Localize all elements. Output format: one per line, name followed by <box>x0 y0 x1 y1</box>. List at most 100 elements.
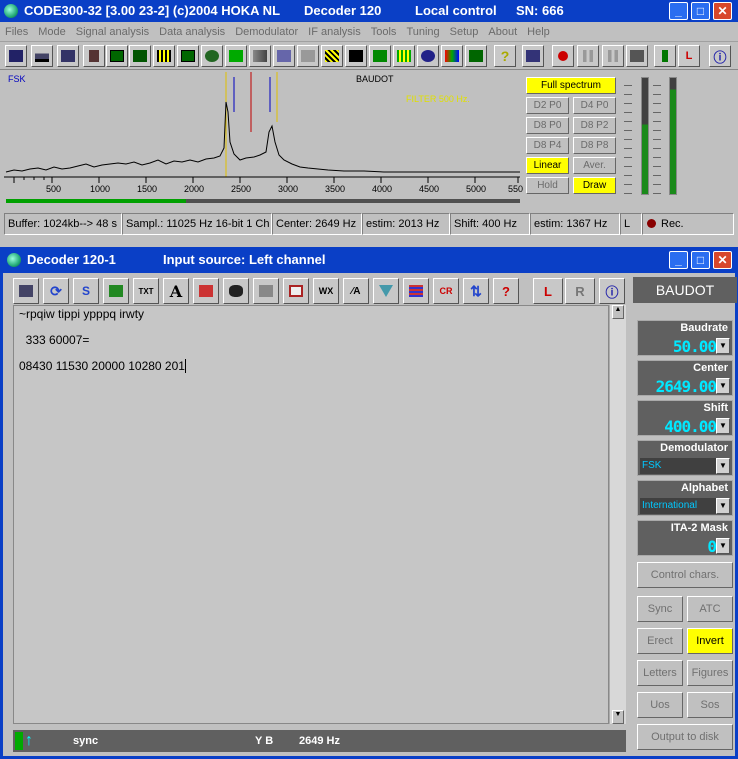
output-to-disk-button[interactable]: Output to disk <box>637 724 733 750</box>
tuner-icon[interactable] <box>83 45 105 67</box>
shift-dropdown-icon[interactable]: ▼ <box>716 418 730 434</box>
signal-meter-icon[interactable] <box>393 45 415 67</box>
control-chars-button[interactable]: Control chars. <box>637 562 733 588</box>
ta-icon[interactable]: ⁄A <box>343 278 369 304</box>
minimize-button[interactable]: _ <box>669 2 688 20</box>
linear-button[interactable]: Linear <box>526 157 569 174</box>
decoder-maximize-button[interactable]: □ <box>691 251 710 269</box>
menu-tuning[interactable]: Tuning <box>401 26 444 38</box>
shift-value[interactable]: 400.00 <box>640 418 720 435</box>
demodulator-select[interactable]: FSK <box>640 458 720 474</box>
baudrate-dropdown-icon[interactable]: ▼ <box>716 338 730 354</box>
question-icon[interactable]: ? <box>493 278 519 304</box>
decoder-close-button[interactable]: ✕ <box>713 251 732 269</box>
binary-icon[interactable] <box>297 45 319 67</box>
settings-icon[interactable] <box>626 45 648 67</box>
hold-button[interactable]: Hold <box>526 177 569 194</box>
hatch-icon[interactable] <box>321 45 343 67</box>
help-icon[interactable]: ? <box>494 45 516 67</box>
histogram-icon[interactable] <box>249 45 271 67</box>
d8p2-button[interactable]: D8 P2 <box>573 117 616 134</box>
mask-value[interactable]: 0 <box>640 538 720 555</box>
stop-icon[interactable] <box>602 45 624 67</box>
figures-button[interactable]: Figures <box>687 660 733 686</box>
info-icon[interactable]: ⓘ <box>709 45 731 67</box>
record-icon[interactable] <box>552 45 574 67</box>
save-txt-icon[interactable]: TXT <box>133 278 159 304</box>
mask-dropdown-icon[interactable]: ▼ <box>716 538 730 554</box>
menu-signal-analysis[interactable]: Signal analysis <box>71 26 154 38</box>
menu-files[interactable]: Files <box>0 26 33 38</box>
draw-button[interactable]: Draw <box>573 177 616 194</box>
alphabet-dropdown-icon[interactable]: ▼ <box>716 498 730 514</box>
bars-icon[interactable] <box>153 45 175 67</box>
level-icon[interactable] <box>369 45 391 67</box>
scan-icon[interactable] <box>345 45 367 67</box>
decoded-text-area[interactable]: ~rpqiw tippi ypppq irwty 333 60007= 0843… <box>13 305 609 724</box>
menu-data-analysis[interactable]: Data analysis <box>154 26 230 38</box>
alphabet-select[interactable]: International <box>640 498 720 514</box>
baudrate-value[interactable]: 50.00 <box>640 338 720 355</box>
d8p4-button[interactable]: D8 P4 <box>526 137 569 154</box>
filter-icon[interactable] <box>373 278 399 304</box>
print-icon[interactable] <box>253 278 279 304</box>
speaker-icon[interactable] <box>522 45 544 67</box>
d2p0-button[interactable]: D2 P0 <box>526 97 569 114</box>
chart-icon[interactable] <box>403 278 429 304</box>
spectrum-bars-icon[interactable] <box>441 45 463 67</box>
meter-icon[interactable] <box>654 45 676 67</box>
maximize-button[interactable]: □ <box>691 2 710 20</box>
letters-button[interactable]: Letters <box>637 660 683 686</box>
menu-help[interactable]: Help <box>522 26 555 38</box>
scroll-down-icon[interactable]: ▼ <box>612 710 624 724</box>
scroll-up-icon[interactable]: ▲ <box>612 305 624 319</box>
d8p0-button[interactable]: D8 P0 <box>526 117 569 134</box>
save-jp-icon[interactable] <box>103 278 129 304</box>
font-icon[interactable]: A <box>163 278 189 304</box>
window-icon[interactable] <box>283 278 309 304</box>
menu-demodulator[interactable]: Demodulator <box>230 26 303 38</box>
d8p8-button[interactable]: D8 P8 <box>573 137 616 154</box>
audio-icon[interactable] <box>417 45 439 67</box>
demodulator-dropdown-icon[interactable]: ▼ <box>716 458 730 474</box>
sync-button[interactable]: Sync <box>637 596 683 622</box>
copy-icon[interactable] <box>193 278 219 304</box>
decoder-minimize-button[interactable]: _ <box>669 251 688 269</box>
menu-setup[interactable]: Setup <box>445 26 484 38</box>
menu-mode[interactable]: Mode <box>33 26 71 38</box>
close-button[interactable]: ✕ <box>713 2 732 20</box>
center-value[interactable]: 2649.00 <box>640 378 720 395</box>
scope-icon[interactable] <box>57 45 79 67</box>
decoder-info-icon[interactable]: ⓘ <box>599 278 625 304</box>
wx-icon[interactable]: WX <box>313 278 339 304</box>
uos-button[interactable]: Uos <box>637 692 683 718</box>
invert-button[interactable]: Invert <box>687 628 733 654</box>
cross-grid-icon[interactable] <box>177 45 199 67</box>
spectrum-small-icon[interactable] <box>13 278 39 304</box>
spectrum-display[interactable]: FSK BAUDOT FILTER 500 Hz. 500 1000 1500 … <box>4 72 523 204</box>
disk-icon[interactable] <box>5 45 27 67</box>
matrix-icon[interactable] <box>225 45 247 67</box>
atc-button[interactable]: ATC <box>687 596 733 622</box>
text-scrollbar[interactable]: ▼ ▲ <box>609 305 626 724</box>
menu-about[interactable]: About <box>483 26 522 38</box>
aver-button[interactable]: Aver. <box>573 157 616 174</box>
counter-icon[interactable] <box>465 45 487 67</box>
refresh-icon[interactable]: ⟳ <box>43 278 69 304</box>
sos-button[interactable]: Sos <box>687 692 733 718</box>
center-dropdown-icon[interactable]: ▼ <box>716 378 730 394</box>
waterfall-icon[interactable] <box>129 45 151 67</box>
find-icon[interactable] <box>223 278 249 304</box>
full-spectrum-button[interactable]: Full spectrum <box>526 77 616 94</box>
menu-if-analysis[interactable]: IF analysis <box>303 26 366 38</box>
antenna-icon[interactable] <box>31 45 53 67</box>
crlf-icon[interactable]: CR <box>433 278 459 304</box>
menu-tools[interactable]: Tools <box>366 26 402 38</box>
erect-button[interactable]: Erect <box>637 628 683 654</box>
table-icon[interactable] <box>273 45 295 67</box>
sync-icon[interactable]: S <box>73 278 99 304</box>
right-input-button[interactable]: R <box>565 278 595 304</box>
pause-icon[interactable] <box>577 45 599 67</box>
grid-icon[interactable] <box>106 45 128 67</box>
left-input-button[interactable]: L <box>533 278 563 304</box>
